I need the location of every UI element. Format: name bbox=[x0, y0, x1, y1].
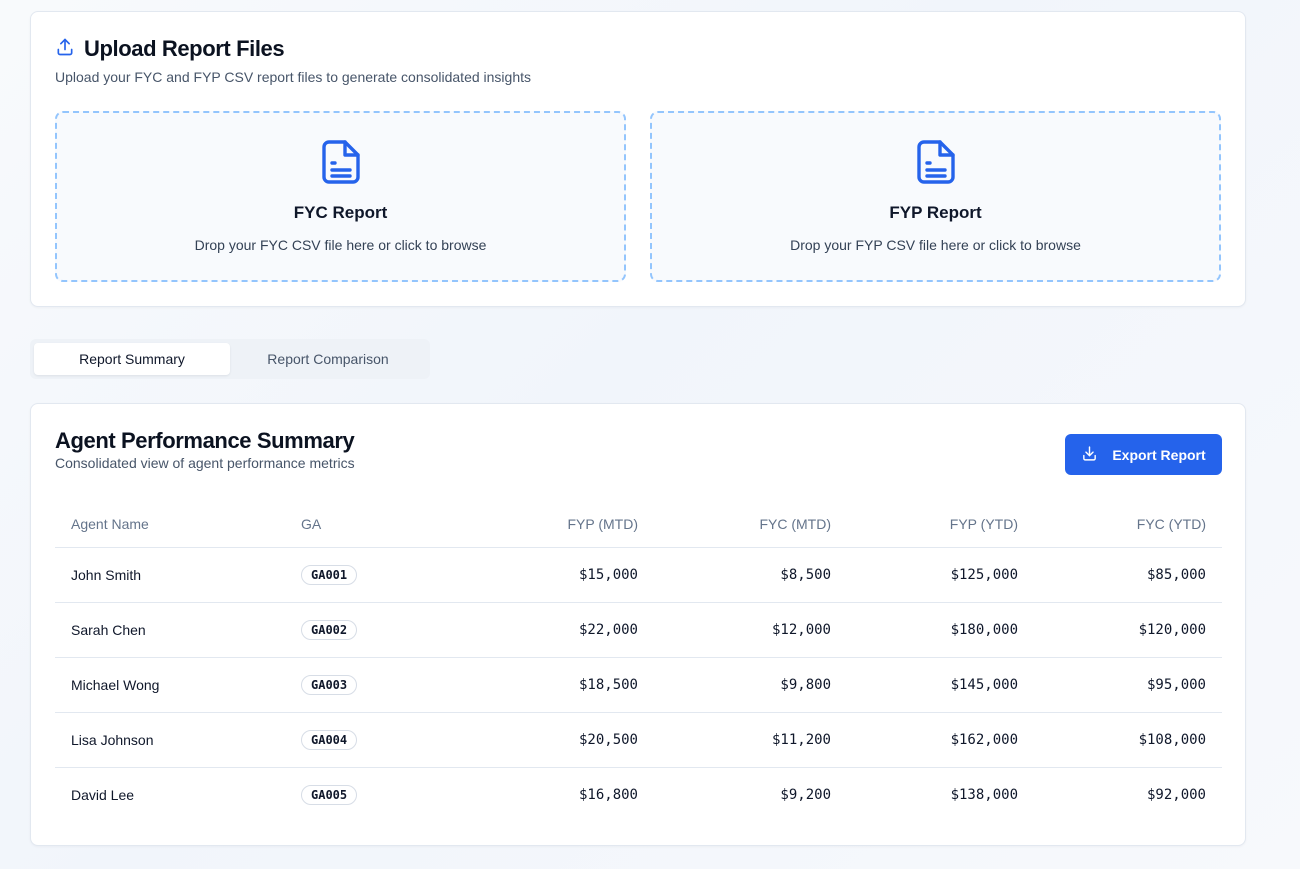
agent-name: David Lee bbox=[71, 786, 135, 803]
fyp-dropzone-title: FYP Report bbox=[889, 203, 982, 222]
agent-name: Sarah Chen bbox=[55, 602, 285, 658]
summary-description: Consolidated view of agent performance m… bbox=[55, 455, 355, 471]
column-header-fyp-ytd[interactable]: FYP (YTD) bbox=[847, 502, 1034, 548]
fyp-mtd-cell: $20,500 bbox=[445, 712, 654, 768]
fyp-ytd-cell: $162,000 bbox=[847, 712, 1034, 768]
column-header-fyc-ytd[interactable]: FYC (YTD) bbox=[1034, 502, 1222, 548]
file-text-icon bbox=[916, 139, 956, 190]
fyp-mtd-cell: $15,000 bbox=[445, 547, 654, 603]
fyc-ytd-cell: $92,000 bbox=[1146, 786, 1206, 803]
ga-badge: GA002 bbox=[301, 619, 358, 640]
table-row[interactable]: David Lee GA005 $16,800 $9,200 $138,000 … bbox=[55, 767, 1222, 822]
fyc-ytd-cell: $85,000 bbox=[1034, 547, 1222, 603]
fyp-dropzone-text: Drop your FYP CSV file here or click to … bbox=[790, 237, 1081, 253]
column-header-fyp-mtd[interactable]: FYP (MTD) bbox=[445, 502, 654, 548]
fyp-ytd-cell: $145,000 bbox=[847, 657, 1034, 713]
upload-title: Upload Report Files bbox=[84, 36, 285, 61]
fyp-dropzone[interactable]: FYP Report Drop your FYP CSV file here o… bbox=[650, 111, 1221, 282]
table-header-row: Agent Name GA FYP (MTD) FYC (MTD) FYP (Y… bbox=[55, 502, 1222, 548]
ga-badge: GA004 bbox=[301, 729, 358, 750]
tab-report-summary[interactable]: Report Summary bbox=[34, 343, 230, 375]
agent-name: John Smith bbox=[55, 547, 285, 603]
file-text-icon bbox=[321, 139, 361, 190]
fyc-dropzone-text: Drop your FYC CSV file here or click to … bbox=[194, 237, 487, 253]
ga-badge: GA005 bbox=[301, 784, 358, 805]
column-header-fyc-mtd[interactable]: FYC (MTD) bbox=[654, 502, 847, 548]
export-report-label: Export Report bbox=[1112, 446, 1206, 463]
agent-name: Michael Wong bbox=[55, 657, 285, 713]
report-tabs: Report Summary Report Comparison bbox=[30, 339, 430, 379]
fyc-mtd-cell: $9,200 bbox=[780, 786, 831, 803]
fyc-mtd-cell: $9,800 bbox=[654, 657, 847, 713]
agent-performance-table: Agent Name GA FYP (MTD) FYC (MTD) FYP (Y… bbox=[55, 502, 1222, 822]
fyp-ytd-cell: $180,000 bbox=[847, 602, 1034, 658]
agent-name: Lisa Johnson bbox=[55, 712, 285, 768]
fyc-ytd-cell: $120,000 bbox=[1034, 602, 1222, 658]
fyp-ytd-cell: $138,000 bbox=[950, 786, 1018, 803]
upload-icon bbox=[55, 37, 75, 62]
fyc-mtd-cell: $8,500 bbox=[654, 547, 847, 603]
table-row[interactable]: Lisa Johnson GA004 $20,500 $11,200 $162,… bbox=[55, 712, 1222, 768]
fyp-mtd-cell: $18,500 bbox=[445, 657, 654, 713]
tab-report-comparison[interactable]: Report Comparison bbox=[230, 343, 426, 375]
fyp-mtd-cell: $16,800 bbox=[578, 786, 638, 803]
ga-badge: GA001 bbox=[301, 564, 358, 585]
ga-badge: GA003 bbox=[301, 674, 358, 695]
export-report-button[interactable]: Export Report bbox=[1065, 434, 1222, 475]
summary-card: Agent Performance Summary Consolidated v… bbox=[30, 403, 1246, 846]
fyc-ytd-cell: $108,000 bbox=[1034, 712, 1222, 768]
table-row[interactable]: Sarah Chen GA002 $22,000 $12,000 $180,00… bbox=[55, 602, 1222, 658]
upload-description: Upload your FYC and FYP CSV report files… bbox=[55, 69, 531, 85]
download-icon bbox=[1081, 445, 1098, 465]
fyc-dropzone-title: FYC Report bbox=[293, 203, 388, 222]
fyc-ytd-cell: $95,000 bbox=[1034, 657, 1222, 713]
upload-header: Upload Report Files bbox=[55, 36, 285, 62]
column-header-agent-name[interactable]: Agent Name bbox=[55, 502, 285, 548]
fyc-mtd-cell: $12,000 bbox=[654, 602, 847, 658]
summary-title: Agent Performance Summary bbox=[55, 428, 355, 453]
table-row[interactable]: Michael Wong GA003 $18,500 $9,800 $145,0… bbox=[55, 657, 1222, 713]
fyp-mtd-cell: $22,000 bbox=[445, 602, 654, 658]
table-row[interactable]: John Smith GA001 $15,000 $8,500 $125,000… bbox=[55, 547, 1222, 603]
upload-card: Upload Report Files Upload your FYC and … bbox=[30, 11, 1246, 307]
column-header-ga[interactable]: GA bbox=[285, 502, 445, 548]
fyc-mtd-cell: $11,200 bbox=[654, 712, 847, 768]
fyp-ytd-cell: $125,000 bbox=[847, 547, 1034, 603]
fyc-dropzone[interactable]: FYC Report Drop your FYC CSV file here o… bbox=[55, 111, 626, 282]
